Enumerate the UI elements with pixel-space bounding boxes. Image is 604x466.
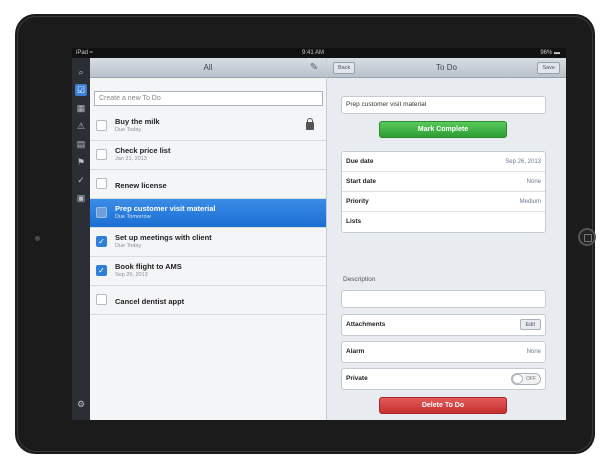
todo-title: Buy the milk — [115, 117, 160, 126]
due-date-row[interactable]: Due date Sep 26, 2013 — [342, 152, 545, 172]
home-button[interactable] — [578, 228, 596, 246]
list-navbar: All ✎ — [90, 58, 326, 78]
todo-due: Due Today — [115, 243, 142, 249]
todo-title: Renew license — [115, 181, 167, 190]
toggle-knob — [512, 374, 523, 384]
row-label: Due date — [346, 158, 374, 165]
description-label: Description — [343, 276, 376, 283]
front-camera — [35, 236, 40, 241]
clock: 9:41 AM — [302, 50, 325, 56]
description-field[interactable] — [341, 290, 546, 308]
sidebar: ⌕ ☑ ▦ ⚠ ▤ ⚑ ✓ ▣ ⚙ — [72, 58, 90, 420]
checkbox[interactable] — [96, 207, 107, 218]
todo-title: Book flight to AMS — [115, 262, 182, 271]
detail-navbar: Back To Do Save — [327, 58, 566, 78]
toggle-label: OFF — [526, 376, 536, 382]
new-todo-input[interactable]: Create a new To Do — [94, 91, 323, 106]
row-label: Start date — [346, 178, 376, 185]
edit-attachments-button[interactable]: Edit — [519, 319, 541, 330]
list-item[interactable]: Check price list Jan 31, 2013 — [90, 141, 326, 170]
attachments-row: Attachments Edit — [342, 315, 545, 335]
start-date-row[interactable]: Start date None — [342, 172, 545, 192]
private-row: Private OFF — [342, 369, 545, 389]
todo-due: Sep 26, 2013 — [115, 272, 148, 278]
list-item[interactable]: ✓ Book flight to AMS Sep 26, 2013 — [90, 257, 326, 286]
checkbox-checked[interactable]: ✓ — [96, 236, 107, 247]
alarm-group: Alarm None — [341, 341, 546, 363]
search-icon[interactable]: ⌕ — [75, 66, 87, 78]
todo-due: Jan 31, 2013 — [115, 156, 147, 162]
row-label: Lists — [346, 218, 362, 225]
checkbox[interactable] — [96, 178, 107, 189]
row-value: None — [526, 179, 541, 185]
todo-due: Due Today — [115, 127, 142, 133]
todo-list: Buy the milk Due Today Check price list … — [90, 112, 326, 315]
calendar-grid-icon[interactable]: ▤ — [75, 138, 87, 150]
alarm-row[interactable]: Alarm None — [342, 342, 545, 362]
row-value: Medium — [519, 199, 541, 205]
todo-title: Check price list — [115, 146, 171, 155]
row-value: None — [526, 349, 541, 355]
status-bar: iPad ≈ 9:41 AM 96% ▬ — [72, 48, 566, 58]
todo-title: Prep customer visit material — [115, 204, 216, 213]
done-icon[interactable]: ✓ — [75, 174, 87, 186]
row-label: Alarm — [346, 348, 365, 355]
row-label: Priority — [346, 198, 369, 205]
alert-icon[interactable]: ⚠ — [75, 120, 87, 132]
calendar-icon[interactable]: ▦ — [75, 102, 87, 114]
todo-name-field[interactable]: Prep customer visit material — [341, 96, 546, 114]
list-item[interactable]: Renew license — [90, 170, 326, 199]
list-item-selected[interactable]: Prep customer visit material Due Tomorro… — [90, 199, 326, 228]
app-screen: iPad ≈ 9:41 AM 96% ▬ ⌕ ☑ ▦ ⚠ ▤ ⚑ ✓ ▣ ⚙ A… — [72, 48, 566, 420]
todo-title: Set up meetings with client — [115, 233, 212, 242]
private-toggle[interactable]: OFF — [511, 373, 541, 385]
checkbox-checked[interactable]: ✓ — [96, 265, 107, 276]
compose-icon[interactable]: ✎ — [308, 62, 320, 74]
details-group: Due date Sep 26, 2013 Start date None Pr… — [341, 151, 546, 233]
lists-row[interactable]: Lists — [342, 212, 545, 232]
list-title: All — [203, 63, 213, 72]
checkbox[interactable] — [96, 149, 107, 160]
flag-icon[interactable]: ⚑ — [75, 156, 87, 168]
attachments-group: Attachments Edit — [341, 314, 546, 336]
checklist-icon[interactable]: ☑ — [75, 84, 87, 96]
list-item[interactable]: ✓ Set up meetings with client Due Today — [90, 228, 326, 257]
lock-icon — [306, 118, 314, 130]
delete-todo-button[interactable]: Delete To Do — [379, 397, 507, 414]
checkbox[interactable] — [96, 294, 107, 305]
row-value: Sep 26, 2013 — [505, 159, 541, 165]
private-group: Private OFF — [341, 368, 546, 390]
todo-title: Cancel dentist appt — [115, 297, 185, 306]
todo-due: Due Tomorrow — [115, 214, 151, 220]
todo-list-pane: All ✎ Create a new To Do Buy the milk Du… — [90, 58, 327, 420]
list-item[interactable]: Buy the milk Due Today — [90, 112, 326, 141]
row-label: Private — [346, 375, 368, 382]
save-button[interactable]: Save — [537, 62, 560, 74]
carrier-label: iPad ≈ — [76, 50, 93, 56]
list-item[interactable]: Cancel dentist appt — [90, 286, 326, 315]
mark-complete-button[interactable]: Mark Complete — [379, 121, 507, 138]
row-label: Attachments — [346, 321, 386, 328]
checkbox[interactable] — [96, 120, 107, 131]
todo-detail-pane: Back To Do Save Prep customer visit mate… — [327, 58, 566, 420]
settings-icon[interactable]: ⚙ — [75, 398, 87, 410]
detail-title: To Do — [436, 63, 457, 72]
battery-indicator: 96% ▬ — [540, 50, 560, 56]
priority-row[interactable]: Priority Medium — [342, 192, 545, 212]
archive-icon[interactable]: ▣ — [75, 192, 87, 204]
